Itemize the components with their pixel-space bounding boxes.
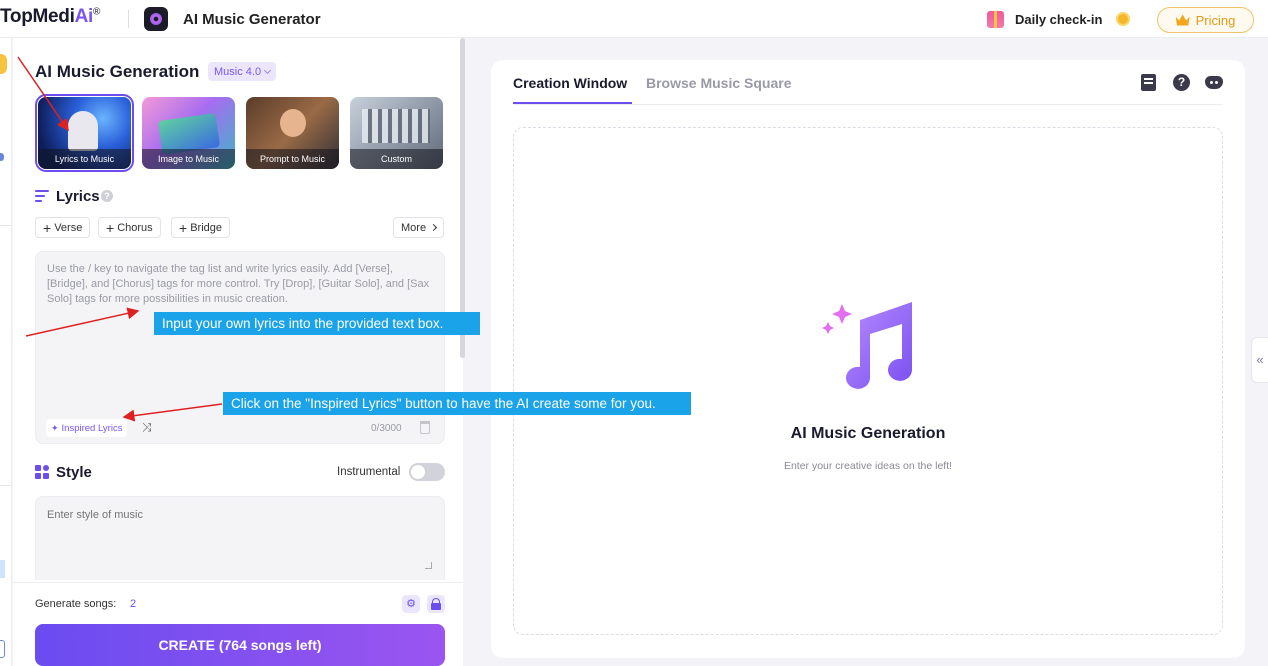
pricing-label: Pricing [1195, 12, 1236, 28]
collapse-panel-button[interactable]: « [1251, 337, 1268, 383]
daily-checkin-link[interactable]: Daily check-in [1015, 12, 1102, 27]
music-disc-icon [144, 7, 168, 31]
mode-image-to-music[interactable]: Image to Music [142, 97, 235, 169]
plus-icon: + [179, 219, 188, 236]
add-verse-button[interactable]: + Verse [35, 217, 91, 238]
model-version-label: Music 4.0 [214, 65, 262, 78]
mode-prompt-to-music[interactable]: Prompt to Music [246, 97, 339, 169]
lock-icon[interactable] [427, 595, 445, 613]
add-chorus-button[interactable]: + Chorus [98, 217, 161, 238]
top-header: TopMediAi® AI Music Generator Daily chec… [0, 0, 1268, 38]
resize-handle[interactable] [425, 562, 432, 569]
add-bridge-button[interactable]: + Bridge [171, 217, 230, 238]
creation-area-subtitle: Enter your creative ideas on the left! [783, 460, 953, 472]
gear-icon[interactable]: ⚙ [402, 595, 420, 613]
tab-browse-music-square[interactable]: Browse Music Square [646, 75, 792, 91]
sidebar-bulb-icon[interactable] [0, 54, 7, 74]
left-panel-scrollbar[interactable] [460, 38, 465, 358]
app-title: AI Music Generator [183, 11, 321, 28]
annotation-callout: Click on the "Inspired Lyrics" button to… [223, 392, 691, 415]
lyrics-char-counter: 0/3000 [371, 423, 402, 434]
model-version-select[interactable]: Music 4.0 [208, 62, 277, 81]
brand-logo[interactable]: TopMediAi® [0, 6, 100, 28]
instrumental-label: Instrumental [337, 466, 401, 478]
discord-icon[interactable] [1205, 76, 1223, 89]
generate-songs-count[interactable]: 2 [130, 598, 136, 610]
lyrics-heading: Lyrics [56, 188, 100, 205]
trash-icon[interactable] [420, 421, 430, 434]
history-doc-icon[interactable] [1141, 74, 1156, 91]
sparkle-icon: ✦ [51, 422, 59, 433]
sidebar-item-highlight[interactable] [0, 560, 5, 578]
tab-creation-window[interactable]: Creation Window [513, 75, 627, 91]
inspired-lyrics-button[interactable]: ✦ Inspired Lyrics [46, 419, 128, 437]
style-heading: Style [56, 464, 92, 481]
mode-label: Lyrics to Music [38, 149, 131, 169]
generate-songs-label: Generate songs: [35, 598, 117, 610]
sidebar-outline-button[interactable] [0, 640, 5, 658]
create-button[interactable]: CREATE (764 songs left) [35, 624, 445, 666]
creation-area-title: AI Music Generation [790, 425, 946, 442]
lyrics-list-icon [35, 190, 49, 202]
tab-divider [513, 104, 1223, 105]
mode-label: Custom [350, 149, 443, 169]
section-title: AI Music Generation [35, 62, 200, 81]
annotation-callout: Input your own lyrics into the provided … [154, 312, 480, 335]
mode-label: Prompt to Music [246, 149, 339, 169]
mode-lyrics-to-music[interactable]: Lyrics to Music [35, 94, 134, 172]
gift-icon[interactable] [987, 11, 1004, 28]
style-grid-icon [35, 465, 49, 479]
sidebar-divider [0, 485, 12, 486]
shuffle-icon[interactable]: ⤨ [142, 420, 152, 435]
mode-label: Image to Music [142, 149, 235, 169]
mode-custom[interactable]: Custom [350, 97, 443, 169]
crown-icon [1175, 14, 1190, 26]
help-icon[interactable]: ? [1173, 74, 1190, 91]
lyrics-placeholder: Use the / key to navigate the tag list a… [47, 263, 430, 305]
chevron-down-icon [264, 66, 272, 74]
help-icon[interactable]: ? [101, 190, 113, 202]
chevron-right-icon [430, 223, 438, 232]
style-input[interactable] [47, 509, 347, 521]
more-tags-button[interactable]: More [393, 217, 445, 238]
plus-icon: + [43, 219, 52, 236]
pricing-button[interactable]: Pricing [1157, 7, 1254, 33]
plus-icon: + [106, 219, 115, 236]
header-divider [128, 10, 129, 28]
instrumental-toggle[interactable] [409, 463, 445, 481]
sidebar-divider [0, 225, 12, 226]
sidebar-marker [0, 153, 4, 161]
music-note-icon [822, 302, 912, 389]
coin-icon [1116, 12, 1130, 26]
